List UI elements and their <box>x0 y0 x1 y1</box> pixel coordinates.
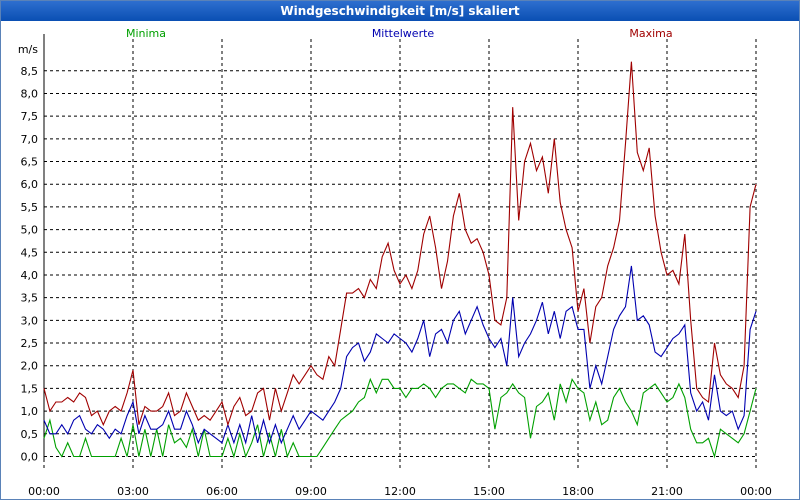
y-tick-label: 8,5 <box>21 65 39 78</box>
legend-minima: Minima <box>126 27 166 40</box>
legend-maxima: Maxima <box>629 27 672 40</box>
y-tick-label: 0,5 <box>21 428 39 441</box>
wind-speed-chart: 0,0 0,5 1,0 1,5 2,0 2,5 3,0 3,5 4,0 4,5 5,0 5,5 6,0 6… <box>18 27 772 498</box>
y-tick-label: 2,5 <box>21 337 39 350</box>
window-title: Windgeschwindigkeit [m/s] skaliert <box>1 1 799 21</box>
x-tick-time: 15:00 <box>473 485 505 498</box>
y-axis-unit: m/s <box>18 43 38 56</box>
x-tick-time: 09:00 <box>295 485 327 498</box>
y-tick-label: 6,5 <box>21 156 39 169</box>
y-tick-label: 0,0 <box>21 450 39 463</box>
y-tick-label: 1,0 <box>21 405 39 418</box>
y-tick-label: 2,0 <box>21 360 39 373</box>
y-tick-label: 7,0 <box>21 133 39 146</box>
x-tick-time: 21:00 <box>651 485 683 498</box>
x-tick-time: 18:00 <box>562 485 594 498</box>
y-tick-label: 1,5 <box>21 382 39 395</box>
y-tick-label: 8,0 <box>21 87 39 100</box>
y-tick-label: 3,5 <box>21 292 39 305</box>
x-tick-time: 00:00 <box>28 485 60 498</box>
x-tick-time: 03:00 <box>117 485 149 498</box>
y-tick-label: 3,0 <box>21 314 39 327</box>
y-tick-label: 4,5 <box>21 246 39 259</box>
x-tick-time: 00:00 <box>740 485 772 498</box>
y-tick-label: 4,0 <box>21 269 39 282</box>
y-tick-label: 6,0 <box>21 178 39 191</box>
chart-window: Windgeschwindigkeit [m/s] skaliert 0,0 0,… <box>0 0 800 500</box>
x-tick-time: 12:00 <box>384 485 416 498</box>
y-tick-label: 5,0 <box>21 224 39 237</box>
x-tick-time: 06:00 <box>206 485 238 498</box>
legend-mittelwerte: Mittelwerte <box>372 27 435 40</box>
y-tick-label: 5,5 <box>21 201 39 214</box>
y-tick-label: 7,5 <box>21 110 39 123</box>
